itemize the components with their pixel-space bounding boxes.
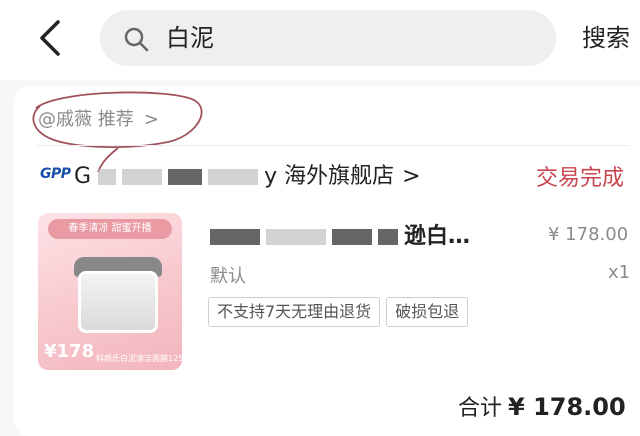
store-name-link[interactable]: G y 海外旗舰店 > [74,162,421,192]
search-input[interactable]: 白泥 [100,10,556,66]
image-banner: 春季清凉 甜蜜开播 [48,219,172,239]
recommend-text: @戚薇 推荐 [38,109,134,130]
top-bar: 白泥 搜索 [0,0,640,80]
jar [78,271,158,333]
chevron-right-icon: > [402,164,421,189]
store-name-end: y 海外旗舰店 [264,164,395,189]
search-button[interactable]: 搜索 [582,22,630,54]
chevron-right-icon: > [143,109,159,130]
product-title-end: 逊白… [404,224,471,249]
back-arrow-icon[interactable] [34,18,70,58]
store-logo: GPP [40,166,71,182]
service-tags: 不支持7天无理由退货 破损包退 [208,297,469,327]
blurred-text [210,229,260,245]
product-price: ¥ 178.00 [548,224,629,245]
product-image[interactable]: 春季清凉 甜蜜开播 ¥178 科颜氏白泥清洁面膜125ml [38,213,182,370]
tag-no-return: 不支持7天无理由退货 [208,297,381,327]
image-caption: 科颜氏白泥清洁面膜125ml [96,354,182,363]
search-icon [122,25,150,53]
total-amount: ¥ 178.00 [508,393,626,421]
order-status: 交易完成 [536,166,625,191]
total-label: 合计 [458,396,503,421]
product-quantity: x1 [608,262,631,283]
search-query[interactable]: 白泥 [166,23,214,53]
divider [36,145,630,146]
recommend-link[interactable]: @戚薇 推荐 > [38,108,159,132]
product-variant: 默认 [210,266,246,287]
blurred-text [122,169,163,185]
blurred-text [168,169,203,185]
product-title[interactable]: 逊白… [210,222,470,252]
order-total: 合计 ¥ 178.00 [458,392,626,424]
blurred-text [98,169,117,185]
store-name-start: G [74,164,92,189]
tag-damage-refund: 破损包退 [386,297,469,327]
blurred-text [378,229,398,245]
image-price: ¥178 [44,341,95,362]
blurred-text [208,169,259,185]
blurred-text [266,229,326,245]
blurred-text [332,229,372,245]
